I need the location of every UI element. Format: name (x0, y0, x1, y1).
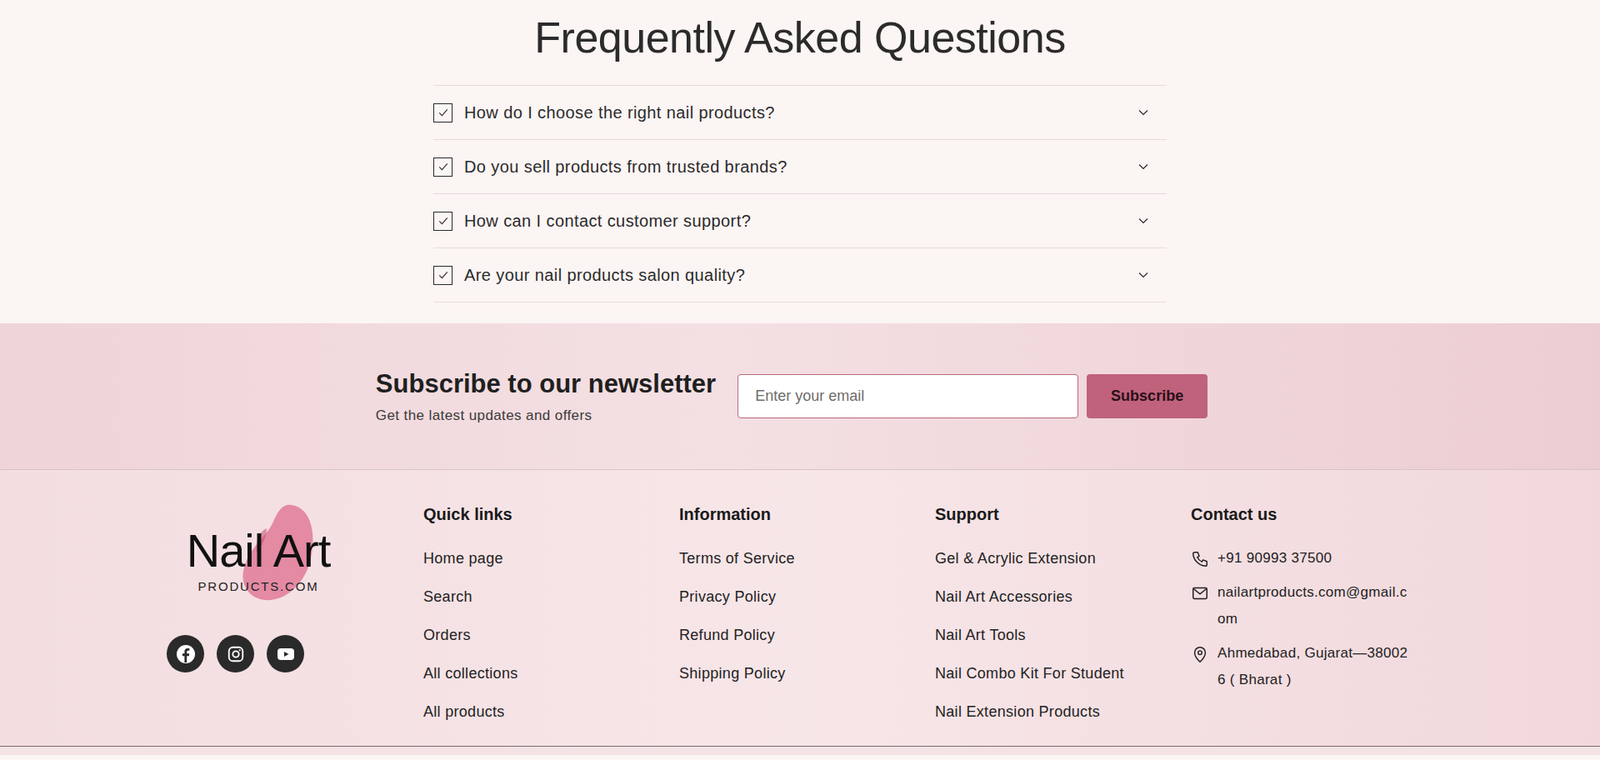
footer-link[interactable]: Shipping Policy (679, 664, 935, 683)
newsletter-title: Subscribe to our newsletter (375, 369, 716, 400)
faq-item[interactable]: How do I choose the right nail products? (433, 85, 1167, 140)
instagram-icon (226, 645, 245, 664)
footer-link[interactable]: Privacy Policy (679, 587, 935, 606)
checkbox-icon (433, 211, 453, 231)
footer-link[interactable]: Gel & Acrylic Extension (935, 549, 1191, 568)
youtube-icon (275, 644, 296, 665)
faq-question: Do you sell products from trusted brands… (464, 157, 1127, 177)
logo[interactable]: Nail Art PRODUCTS.COM (166, 495, 350, 612)
contact-item[interactable]: +91 90993 37500 (1190, 549, 1425, 572)
faq-item[interactable]: Do you sell products from trusted brands… (433, 140, 1167, 195)
contact-text: nailartproducts.com@gmail.com (1217, 579, 1414, 633)
logo-subtitle: PRODUCTS.COM (198, 579, 320, 594)
footer-bottom (0, 746, 1600, 755)
column-heading: Quick links (423, 505, 680, 525)
footer-link[interactable]: All products (423, 702, 680, 721)
brand-column: Nail Art PRODUCTS.COM (166, 493, 424, 721)
newsletter-text: Subscribe to our newsletter Get the lates… (375, 369, 716, 425)
column-heading: Contact us (1190, 505, 1425, 525)
email-input[interactable] (737, 374, 1079, 419)
map-pin-icon (1190, 645, 1210, 664)
chevron-down-icon (1138, 271, 1149, 279)
footer-column: Quick links Home page Search Orders All coll… (423, 493, 680, 721)
chevron-down-icon (1138, 217, 1149, 225)
newsletter-section: Subscribe to our newsletter Get the lates… (0, 323, 1600, 470)
footer-link[interactable]: Search (423, 587, 680, 606)
faq-section: Frequently Asked Questions How do I choos… (0, 0, 1600, 324)
footer-inner: Nail Art PRODUCTS.COM Quick links Home page… (166, 493, 1600, 721)
footer: Nail Art PRODUCTS.COM Quick links Home page… (0, 469, 1600, 747)
facebook-icon (175, 644, 196, 665)
mail-icon (1190, 584, 1210, 603)
footer-link[interactable]: Refund Policy (679, 625, 935, 645)
logo-title: Nail Art (186, 525, 331, 576)
link-list: Terms of Service Privacy Policy Refund Pol… (679, 549, 935, 683)
subscribe-button[interactable]: Subscribe (1086, 374, 1208, 419)
faq-list: How do I choose the right nail products?… (433, 85, 1167, 303)
footer-link[interactable]: Home page (423, 549, 680, 568)
faq-question: How do I choose the right nail products? (464, 103, 1127, 123)
phone-icon (1190, 550, 1210, 569)
instagram-link[interactable] (216, 635, 255, 673)
checkbox-icon (433, 265, 453, 285)
faq-title: Frequently Asked Questions (534, 6, 1065, 69)
checkbox-icon (433, 103, 453, 123)
column-heading: Support (935, 505, 1191, 525)
contact-text: +91 90993 37500 (1217, 545, 1414, 572)
footer-column: Information Terms of Service Privacy Polic… (679, 493, 935, 721)
checkbox-icon (433, 157, 453, 177)
column-heading: Information (679, 505, 935, 525)
faq-question: How can I contact customer support? (464, 211, 1127, 231)
footer-link[interactable]: Orders (423, 625, 680, 645)
footer-link[interactable]: All collections (423, 664, 680, 683)
footer-link[interactable]: Nail Art Tools (935, 625, 1191, 645)
faq-item[interactable]: Are your nail products salon quality? (433, 248, 1167, 303)
social-links (166, 635, 305, 673)
footer-link[interactable]: Nail Extension Products (935, 702, 1191, 721)
contact-column: Contact us +91 90993 37500 nailartproducts… (1190, 493, 1425, 721)
page: Frequently Asked Questions How do I choos… (0, 0, 1600, 755)
contact-list: +91 90993 37500 nailartproducts.com@gmail… (1190, 549, 1425, 694)
footer-link[interactable]: Nail Combo Kit For Student (935, 664, 1191, 683)
tick-icon (436, 105, 450, 120)
chevron-down-icon (1138, 163, 1149, 170)
contact-item[interactable]: nailartproducts.com@gmail.com (1190, 583, 1425, 633)
footer-link[interactable]: Terms of Service (679, 549, 935, 568)
footer-column: Support Gel & Acrylic Extension Nail Art A… (935, 493, 1191, 721)
youtube-link[interactable] (266, 635, 305, 673)
facebook-link[interactable] (166, 635, 205, 673)
tick-icon (436, 160, 450, 174)
contact-text: Ahmedabad, Gujarat—380026 ( Bharat ) (1217, 640, 1414, 694)
contact-item[interactable]: Ahmedabad, Gujarat—380026 ( Bharat ) (1190, 644, 1425, 694)
link-list: Gel & Acrylic Extension Nail Art Accessor… (935, 549, 1191, 721)
link-list: Home page Search Orders All collections All … (423, 549, 680, 721)
newsletter-subtitle: Get the latest updates and offers (375, 407, 716, 425)
chevron-down-icon (1138, 109, 1149, 116)
tick-icon (436, 268, 450, 282)
footer-link[interactable]: Nail Art Accessories (935, 587, 1191, 606)
faq-item[interactable]: How can I contact customer support? (433, 194, 1167, 249)
tick-icon (436, 214, 450, 228)
faq-question: Are your nail products salon quality? (464, 265, 1127, 285)
